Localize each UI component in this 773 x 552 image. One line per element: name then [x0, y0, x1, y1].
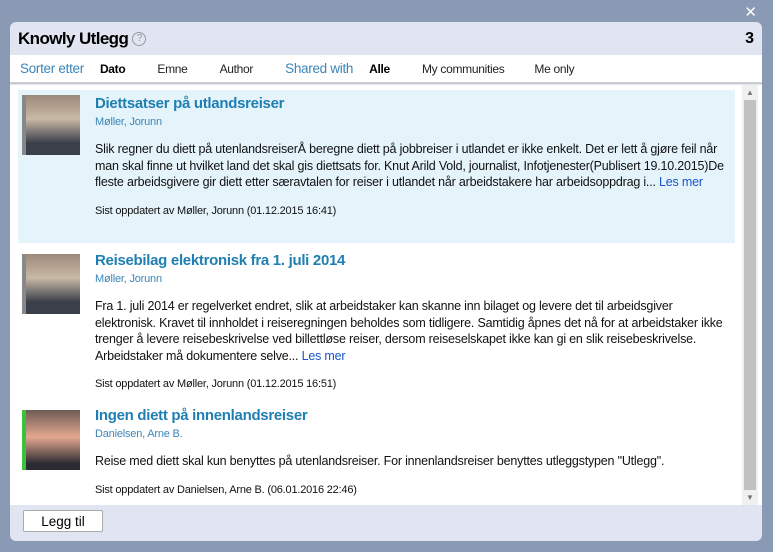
avatar	[22, 254, 80, 314]
title-text: Knowly Utlegg	[18, 28, 129, 48]
sort-emne[interactable]: Emne	[157, 62, 187, 76]
shared-me-only[interactable]: Me only	[534, 62, 574, 76]
header: Knowly Utlegg? 3	[10, 22, 762, 55]
item-author[interactable]: Møller, Jorunn	[95, 273, 735, 285]
item-author[interactable]: Danielsen, Arne B.	[95, 428, 735, 440]
sort-label: Sorter etter	[20, 61, 84, 76]
shared-alle[interactable]: Alle	[369, 62, 390, 76]
page-title: Knowly Utlegg?	[18, 28, 147, 49]
item-count: 3	[745, 29, 754, 47]
read-more-link[interactable]: Les mer	[302, 349, 346, 363]
footer: Legg til	[10, 505, 762, 541]
item-body: Slik regner du diett på utenlandsreiserÅ…	[95, 142, 724, 189]
avatar	[22, 95, 80, 155]
list-item[interactable]: Diettsatser på utlandsreiser Møller, Jor…	[18, 90, 735, 243]
add-button[interactable]: Legg til	[23, 510, 103, 532]
item-updated: Sist oppdatert av Møller, Jorunn (01.12.…	[95, 378, 337, 390]
item-title[interactable]: Diettsatser på utlandsreiser	[95, 95, 735, 112]
filter-bar: Sorter etter Dato Emne Author Shared wit…	[10, 55, 762, 84]
item-list: Diettsatser på utlandsreiser Møller, Jor…	[10, 85, 762, 505]
item-title[interactable]: Reisebilag elektronisk fra 1. juli 2014	[95, 252, 735, 269]
item-text: Slik regner du diett på utenlandsreiserÅ…	[95, 141, 730, 191]
scroll-down-icon[interactable]: ▼	[742, 493, 758, 502]
scrollbar[interactable]: ▲ ▼	[742, 85, 758, 505]
dialog: Knowly Utlegg? 3 Sorter etter Dato Emne …	[10, 22, 762, 541]
shared-my-communities[interactable]: My communities	[422, 62, 505, 76]
shared-label: Shared with	[285, 61, 354, 76]
list-item[interactable]: Reisebilag elektronisk fra 1. juli 2014 …	[18, 250, 735, 400]
item-body: Fra 1. juli 2014 er regelverket endret, …	[95, 299, 723, 363]
help-icon[interactable]: ?	[132, 31, 147, 46]
item-text: Fra 1. juli 2014 er regelverket endret, …	[95, 298, 730, 364]
list-item[interactable]: Ingen diett på innenlandsreiser Danielse…	[18, 407, 735, 505]
sort-dato[interactable]: Dato	[100, 62, 126, 76]
scroll-up-icon[interactable]: ▲	[742, 88, 758, 97]
item-updated: Sist oppdatert av Møller, Jorunn (01.12.…	[95, 204, 337, 217]
item-updated: Sist oppdatert av Danielsen, Arne B. (06…	[95, 483, 357, 496]
close-icon[interactable]: ✕	[744, 3, 757, 21]
scroll-thumb[interactable]	[744, 100, 756, 490]
read-more-link[interactable]: Les mer	[659, 175, 703, 189]
item-author[interactable]: Møller, Jorunn	[95, 116, 735, 128]
avatar	[22, 410, 80, 470]
item-title[interactable]: Ingen diett på innenlandsreiser	[95, 407, 735, 424]
sort-author[interactable]: Author	[220, 62, 254, 76]
item-text: Reise med diett skal kun benyttes på ute…	[95, 454, 665, 468]
